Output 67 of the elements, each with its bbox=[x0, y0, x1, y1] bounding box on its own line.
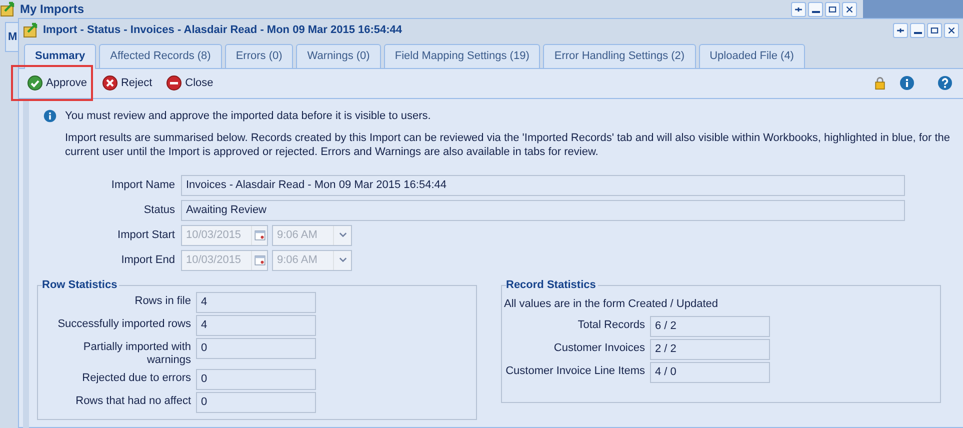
group-note: All values are in the form Created / Updated bbox=[504, 296, 720, 312]
toolbar-button[interactable]: Approve bbox=[11, 64, 93, 102]
tab[interactable]: Uploaded File (4) bbox=[698, 44, 805, 68]
value-field: 0 bbox=[196, 392, 316, 412]
value-field: 4 bbox=[196, 292, 316, 312]
field-label: Rows that had no affect bbox=[74, 394, 192, 408]
folder-arrow-icon bbox=[0, 1, 16, 17]
notice-text: You must review and approve the imported data before it is visible to users. bbox=[65, 108, 431, 122]
window-control-button[interactable] bbox=[842, 2, 857, 16]
calendar-icon bbox=[254, 254, 266, 266]
minus-circle-icon bbox=[166, 75, 182, 91]
close-icon bbox=[946, 24, 957, 36]
date-value: 10/03/2015 bbox=[186, 252, 242, 268]
check-icon bbox=[27, 75, 43, 91]
field-label: Customer Invoices bbox=[552, 341, 646, 355]
value-field: 2 / 2 bbox=[650, 339, 770, 360]
field-label: Total Records bbox=[576, 318, 646, 332]
value-field: 4 bbox=[196, 314, 316, 336]
tab[interactable]: Errors (0) bbox=[224, 44, 294, 68]
window-control-button[interactable] bbox=[808, 2, 823, 16]
x-circle-icon bbox=[102, 75, 118, 91]
field-label: Import Name bbox=[110, 178, 176, 193]
value-field: 0 bbox=[196, 338, 316, 358]
time-value: 9:06 AM bbox=[277, 228, 318, 243]
field-label: Rejected due to errors bbox=[81, 370, 192, 384]
folder-arrow-icon bbox=[23, 22, 39, 38]
value-field: 6 / 2 bbox=[650, 316, 770, 337]
field-label: Rows in file bbox=[134, 294, 192, 308]
field-label: Customer Invoice Line Items bbox=[504, 364, 646, 378]
window-control-button[interactable] bbox=[893, 22, 908, 38]
window-control-button[interactable] bbox=[944, 22, 959, 38]
caret-icon bbox=[338, 230, 348, 240]
minimize-icon bbox=[812, 11, 820, 13]
value-field: 0 bbox=[196, 368, 316, 390]
field-label: Successfully imported rows bbox=[56, 316, 192, 330]
time-value: 9:06 AM bbox=[277, 252, 318, 268]
maximize-icon bbox=[827, 4, 838, 14]
field-label: Import End bbox=[120, 252, 176, 268]
tab[interactable]: Summary bbox=[24, 44, 96, 68]
value-field: 4 / 0 bbox=[650, 362, 770, 383]
info-icon bbox=[43, 108, 57, 122]
window-control-button[interactable] bbox=[927, 22, 942, 38]
notice-text: Import results are summarised below. Records created by this Import can be reviewed via the 'Imported Records' tab and will also visible within Workbooks, highlighted in blue, for the current user until the Import is approved or rejected. Errors and Warnings are also available in tabs for review. bbox=[65, 130, 952, 158]
tab[interactable]: Affected Records (8) bbox=[99, 44, 222, 68]
field-label: Import Start bbox=[116, 228, 176, 243]
window-title: My Imports bbox=[20, 1, 84, 18]
calendar-icon bbox=[254, 229, 266, 241]
background-tab[interactable]: M bbox=[5, 22, 19, 52]
caret-icon bbox=[338, 255, 348, 265]
padlock-icon bbox=[873, 75, 887, 91]
tab[interactable]: Field Mapping Settings (19) bbox=[384, 44, 540, 68]
help-icon[interactable] bbox=[937, 75, 953, 91]
info-icon[interactable] bbox=[899, 75, 915, 91]
toolbar-button[interactable]: Reject bbox=[96, 70, 158, 96]
window-control-button[interactable] bbox=[791, 2, 806, 16]
window-control-button[interactable] bbox=[825, 2, 840, 16]
maximize-icon bbox=[929, 24, 940, 36]
window-title: Import - Status - Invoices - Alasdair Read - Mon 09 Mar 2015 16:54:44 bbox=[43, 22, 402, 38]
field-label: Partially imported with warnings bbox=[82, 340, 192, 366]
tab[interactable]: Error Handling Settings (2) bbox=[543, 44, 696, 68]
close-icon bbox=[844, 4, 855, 14]
toolbar-button[interactable]: Close bbox=[161, 70, 218, 96]
minimize-icon bbox=[914, 32, 922, 34]
window-control-button[interactable] bbox=[910, 22, 925, 38]
date-value: 10/03/2015 bbox=[186, 228, 242, 243]
tab[interactable]: Warnings (0) bbox=[296, 44, 381, 68]
field-label: Status bbox=[142, 202, 176, 218]
